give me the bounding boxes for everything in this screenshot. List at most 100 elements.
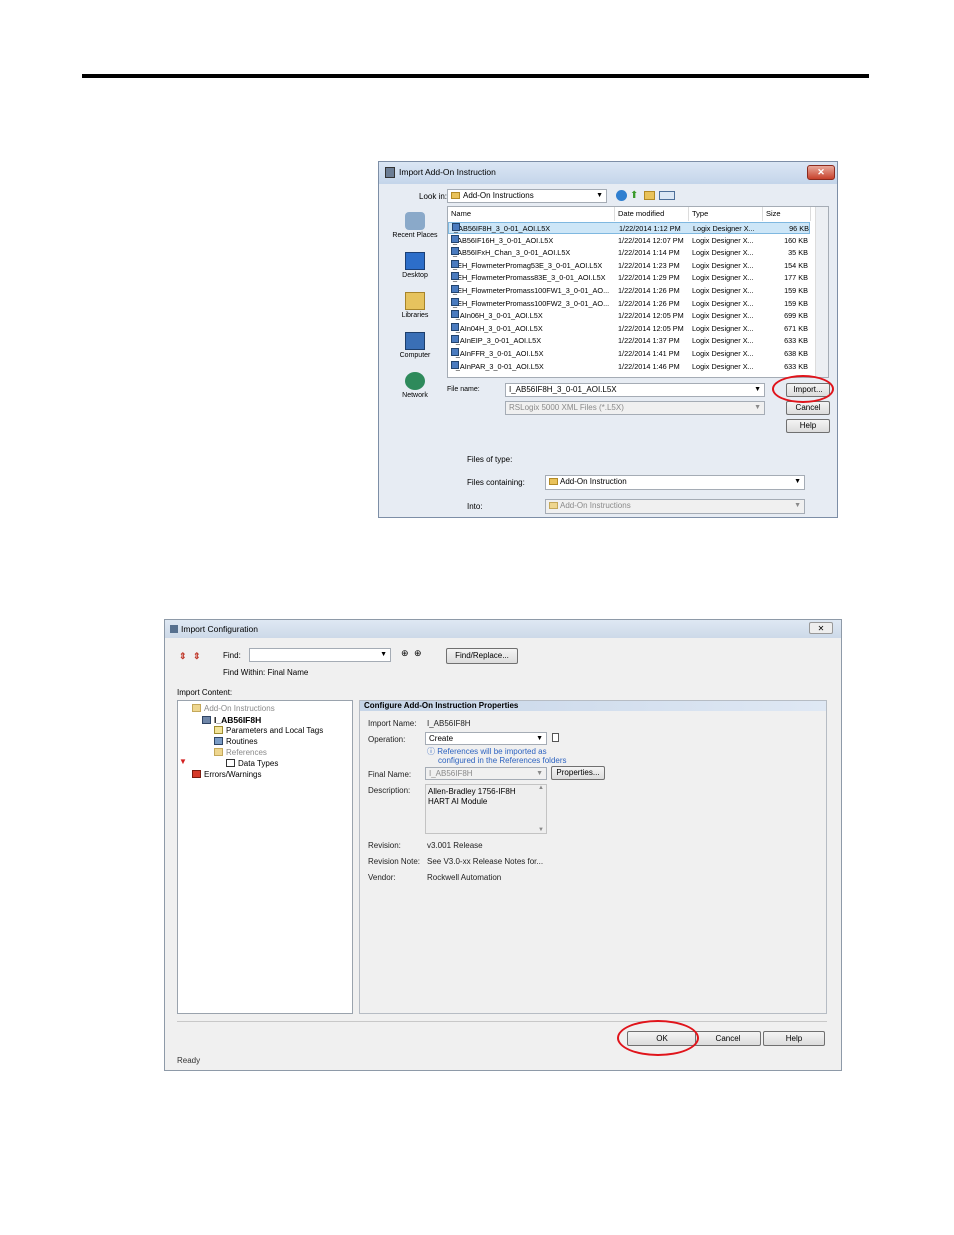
l5x-file-icon xyxy=(451,297,459,306)
l5x-file-icon xyxy=(451,310,459,319)
tree-node-data-types[interactable]: Data Types xyxy=(226,759,278,768)
import-name-label: Import Name: xyxy=(368,719,417,728)
file-row[interactable]: I_EH_FlowmeterPromass83E_3_0-01_AOI.L5X 1… xyxy=(448,272,810,284)
file-name-text: P_AIn06H_3_0-01_AOI.L5X xyxy=(451,311,543,321)
document-icon[interactable] xyxy=(552,733,559,742)
scroll-down-icon[interactable]: ▼ xyxy=(538,827,544,833)
desktop-icon xyxy=(405,252,425,270)
column-header-name[interactable]: Name xyxy=(448,207,615,221)
chevron-down-icon: ▼ xyxy=(794,502,801,509)
file-type-value: RSLogix 5000 XML Files (*.L5X) xyxy=(509,403,624,412)
place-recent[interactable]: Recent Places xyxy=(387,212,443,239)
close-button[interactable]: ✕ xyxy=(807,165,835,180)
tree-node-label: Routines xyxy=(226,737,258,746)
vendor-label: Vendor: xyxy=(368,873,396,882)
into-label: Into: xyxy=(467,502,483,511)
description-box[interactable]: Allen-Bradley 1756-IF8H HART AI Module ▲… xyxy=(425,784,547,834)
file-row[interactable]: P_AInEIP_3_0-01_AOI.L5X 1/22/2014 1:37 PM… xyxy=(448,335,810,347)
file-row[interactable]: I_AB56IF8H_3_0-01_AOI.L5X 1/22/2014 1:12 … xyxy=(448,222,810,234)
files-containing-combo[interactable]: Add-On Instruction ▼ xyxy=(545,475,805,490)
file-name-text: I_EH_FlowmeterPromass100FW2_3_0-01_AO... xyxy=(451,298,610,308)
find-next-icon[interactable]: ⊕ xyxy=(414,648,422,659)
place-network[interactable]: Network xyxy=(387,372,443,399)
find-prev-icon[interactable]: ⊕ xyxy=(401,648,409,659)
highlight-circle-ok xyxy=(617,1020,699,1056)
find-replace-button[interactable]: Find/Replace... xyxy=(446,648,518,664)
revision-note-value: See V3.0-xx Release Notes for... xyxy=(427,857,544,866)
tree-node-root[interactable]: Add-On Instructions xyxy=(192,704,275,713)
file-row[interactable]: P_AInPAR_3_0-01_AOI.L5X 1/22/2014 1:46 PM… xyxy=(448,360,810,373)
tree-node-references[interactable]: References xyxy=(214,748,267,757)
file-row[interactable]: I_EH_FlowmeterPromass100FW1_3_0-01_AO...… xyxy=(448,285,810,297)
file-type-combo[interactable]: RSLogix 5000 XML Files (*.L5X) ▼ xyxy=(505,401,765,415)
file-type-cell: Logix Designer X... xyxy=(693,224,755,233)
file-size-cell: 154 KB xyxy=(784,260,808,270)
file-row[interactable]: I_AB56IF16H_3_0-01_AOI.L5X 1/22/2014 12:0… xyxy=(448,234,810,247)
file-row[interactable]: P_AIn06H_3_0-01_AOI.L5X 1/22/2014 12:05 P… xyxy=(448,310,810,322)
file-row[interactable]: I_AB56IFxH_Chan_3_0-01_AOI.L5X 1/22/2014 … xyxy=(448,247,810,259)
file-row[interactable]: I_EH_FlowmeterPromass100FW2_3_0-01_AO...… xyxy=(448,297,810,310)
final-name-label: Final Name: xyxy=(368,770,412,779)
file-size-cell: 177 KB xyxy=(784,273,808,283)
tree-node-aoi[interactable]: I_AB56IF8H xyxy=(202,715,261,725)
find-input[interactable]: ▼ xyxy=(249,648,391,662)
folder-icon xyxy=(549,502,558,509)
properties-button[interactable]: Properties... xyxy=(551,766,605,780)
file-name-cell: I_EH_FlowmeterPromass83E_3_0-01_AOI.L5X xyxy=(451,272,615,284)
into-combo[interactable]: Add-On Instructions ▼ xyxy=(545,499,805,514)
tree-node-errors[interactable]: Errors/Warnings xyxy=(192,770,262,779)
file-list-scrollbar[interactable] xyxy=(815,207,828,377)
file-name-text: P_AIn04H_3_0-01_AOI.L5X xyxy=(451,323,543,333)
place-desktop[interactable]: Desktop xyxy=(387,252,443,279)
place-computer[interactable]: Computer xyxy=(387,332,443,359)
new-folder-icon[interactable] xyxy=(644,191,655,200)
file-list[interactable]: Name Date modified Type Size I_AB56IF8H_… xyxy=(447,206,829,378)
file-name-cell: P_AIn06H_3_0-01_AOI.L5X xyxy=(451,310,615,322)
view-menu-icon[interactable] xyxy=(659,191,675,200)
file-size-cell: 96 KB xyxy=(789,224,809,233)
cancel-button[interactable]: Cancel xyxy=(786,401,830,415)
files-containing-value: Add-On Instruction xyxy=(560,477,627,486)
recent-places-icon xyxy=(405,212,425,230)
file-row[interactable]: I_EH_FlowmeterPromag53E_3_0-01_AOI.L5X 1/… xyxy=(448,259,810,272)
properties-panel: Configure Add-On Instruction Properties … xyxy=(359,700,827,1014)
scroll-up-icon[interactable]: ▲ xyxy=(538,785,544,791)
place-libraries[interactable]: Libraries xyxy=(387,292,443,319)
file-row[interactable]: P_AIn04H_3_0-01_AOI.L5X 1/22/2014 12:05 P… xyxy=(448,322,810,335)
look-in-combo[interactable]: Add-On Instructions ▼ xyxy=(447,189,607,203)
close-icon: ✕ xyxy=(817,167,825,177)
chevron-down-icon: ▼ xyxy=(536,770,543,777)
tree-node-label: I_AB56IF8H xyxy=(214,715,262,725)
file-date-cell: 1/22/2014 12:05 PM xyxy=(618,323,684,333)
tree-node-params[interactable]: Parameters and Local Tags xyxy=(214,726,323,735)
places-bar: Recent Places Desktop Libraries Computer… xyxy=(387,206,443,406)
collapse-all-icon[interactable]: ⇕ xyxy=(193,651,201,662)
column-header-type[interactable]: Type xyxy=(689,207,763,221)
help-button[interactable]: Help xyxy=(763,1031,825,1046)
column-header-size[interactable]: Size xyxy=(763,207,811,221)
file-name-combo[interactable]: I_AB56IF8H_3_0-01_AOI.L5X ▼ xyxy=(505,383,765,397)
back-icon[interactable] xyxy=(616,190,627,201)
file-date-cell: 1/22/2014 1:14 PM xyxy=(618,248,680,258)
close-icon: ✕ xyxy=(817,624,825,633)
file-name-cell: P_AIn04H_3_0-01_AOI.L5X xyxy=(451,322,615,335)
place-label: Computer xyxy=(399,352,431,359)
cancel-button[interactable]: Cancel xyxy=(695,1031,761,1046)
import-content-tree[interactable]: Add-On Instructions I_AB56IF8H Parameter… xyxy=(177,700,353,1014)
final-name-combo[interactable]: I_AB56IF8H ▼ xyxy=(425,767,547,780)
file-type-cell: Logix Designer X... xyxy=(692,260,754,270)
column-header-date[interactable]: Date modified xyxy=(615,207,689,221)
up-folder-icon[interactable]: ⬆ xyxy=(630,190,638,201)
files-containing-label: Files containing: xyxy=(467,478,525,487)
operation-label: Operation: xyxy=(368,735,406,744)
file-row[interactable]: P_AInFFR_3_0-01_AOI.L5X 1/22/2014 1:41 PM… xyxy=(448,348,810,360)
file-name-cell: P_AInPAR_3_0-01_AOI.L5X xyxy=(451,360,615,373)
help-button[interactable]: Help xyxy=(786,419,830,433)
expand-all-icon[interactable]: ⇕ xyxy=(179,651,187,662)
close-button[interactable]: ✕ xyxy=(809,622,833,634)
file-type-cell: Logix Designer X... xyxy=(692,286,754,295)
tree-node-routines[interactable]: Routines xyxy=(214,737,258,746)
operation-select[interactable]: Create ▼ xyxy=(425,732,547,745)
libraries-icon xyxy=(405,292,425,310)
import-configuration-dialog: Import Configuration ✕ ⇕ ⇕ Find: ▼ ⊕ ⊕ F… xyxy=(164,619,842,1071)
